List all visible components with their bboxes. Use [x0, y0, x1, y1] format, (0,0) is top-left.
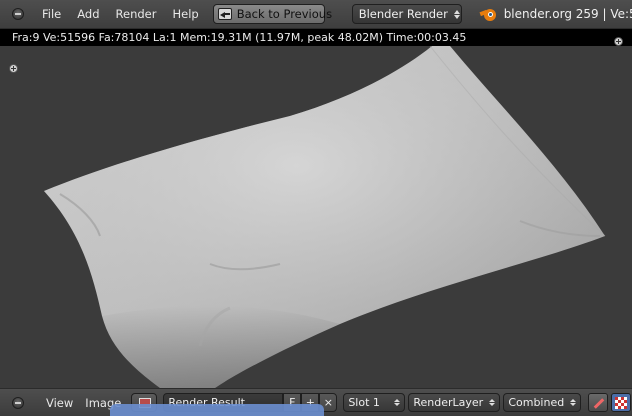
- info-header: File Add Render Help Back to Previous Bl…: [0, 0, 632, 29]
- menu-render[interactable]: Render: [116, 7, 157, 21]
- render-engine-value: Blender Render: [358, 7, 448, 21]
- back-to-previous-button[interactable]: Back to Previous: [212, 4, 332, 24]
- back-to-previous-label: Back to Previous: [236, 7, 333, 21]
- up-down-arrows-icon: [453, 9, 460, 19]
- area-corner-icon[interactable]: [614, 37, 623, 46]
- render-engine-dropdown[interactable]: Blender Render: [351, 4, 462, 24]
- render-viewport[interactable]: [0, 46, 632, 388]
- render-pass-value: Combined: [508, 396, 565, 409]
- render-info-text: Fra:9 Ve:51596 Fa:78104 La:1 Mem:19.31M …: [12, 31, 467, 44]
- back-arrow-icon: [217, 8, 232, 20]
- paint-icon[interactable]: [588, 393, 609, 412]
- menu-help[interactable]: Help: [172, 7, 198, 21]
- render-layer-dropdown[interactable]: RenderLayer: [408, 393, 501, 412]
- menu-add[interactable]: Add: [77, 7, 99, 21]
- up-down-arrows-icon: [570, 399, 577, 406]
- menu-view[interactable]: View: [46, 396, 73, 410]
- slot-dropdown[interactable]: Slot 1: [343, 393, 406, 412]
- tooltip-edge: [110, 404, 324, 416]
- up-down-arrows-icon: [489, 399, 496, 406]
- close-icon: ×: [323, 396, 333, 409]
- area-menu-icon[interactable]: [12, 8, 24, 20]
- render-pass-dropdown[interactable]: Combined: [503, 393, 582, 412]
- up-down-arrows-icon: [394, 399, 401, 406]
- menu-file[interactable]: File: [42, 7, 61, 21]
- blender-logo-icon: [479, 6, 498, 22]
- area-corner-icon[interactable]: [9, 64, 18, 73]
- render-image: [0, 46, 632, 388]
- render-info-bar: Fra:9 Ve:51596 Fa:78104 La:1 Mem:19.31M …: [0, 29, 632, 46]
- checker-alpha-icon[interactable]: [611, 393, 632, 412]
- scene-stats: blender.org 259 | Ve:51596 | F: [503, 7, 632, 21]
- slot-value: Slot 1: [348, 396, 380, 409]
- render-layer-value: RenderLayer: [413, 396, 484, 409]
- area-menu-icon[interactable]: [12, 396, 24, 409]
